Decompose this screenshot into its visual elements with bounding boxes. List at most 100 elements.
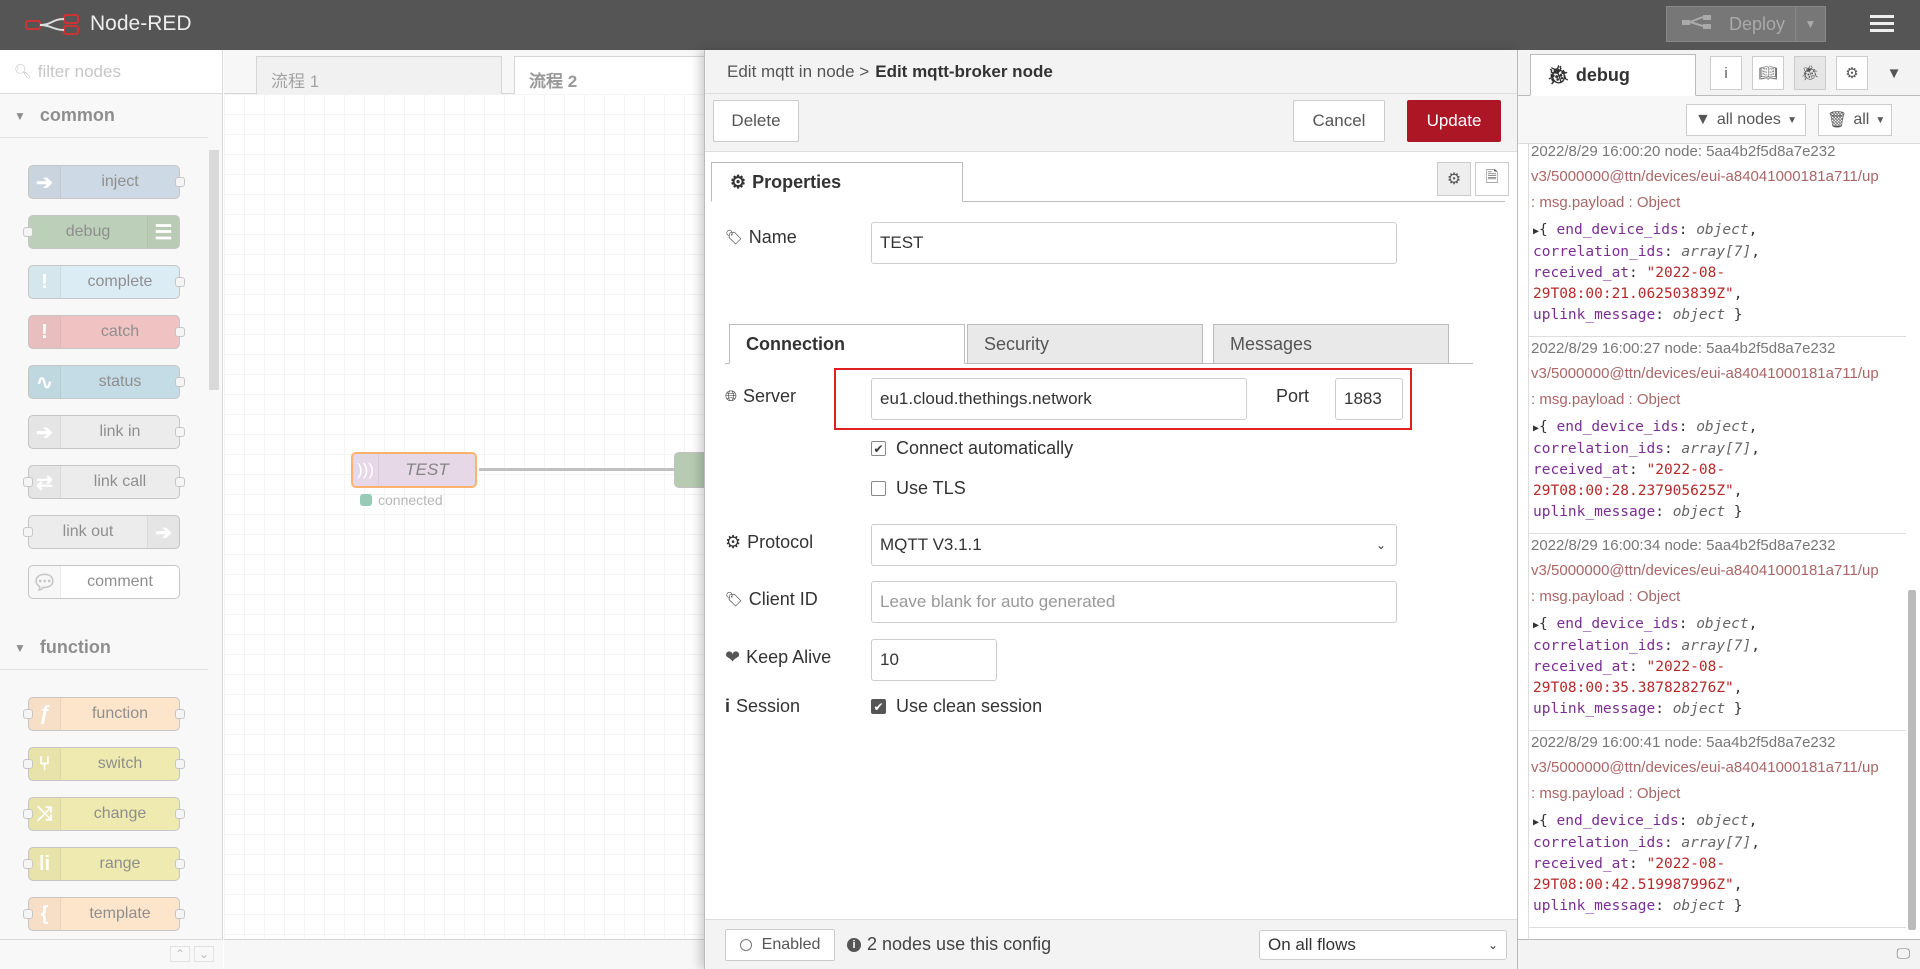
collapse-all-icon[interactable]: ⌃ <box>170 946 191 962</box>
palette-node-range[interactable]: ǀi range <box>23 847 185 881</box>
debug-message[interactable]: 2022/8/29 16:00:34 node: 5aa4b2f5d8a7e23… <box>1529 534 1906 731</box>
debug-message[interactable]: 2022/8/29 16:00:41 node: 5aa4b2f5d8a7e23… <box>1529 731 1906 928</box>
info-circle-icon: i <box>847 937 861 952</box>
palette-node-link-call[interactable]: ⇄ link call <box>23 465 185 499</box>
app-title: Node-RED <box>90 12 192 35</box>
palette-category-function[interactable]: ▼ function <box>0 626 208 670</box>
client-id-input[interactable]: Leave blank for auto generated <box>871 581 1397 623</box>
object-type: object <box>1696 222 1749 238</box>
palette-search-input[interactable]: 🔍︎ filter nodes <box>0 50 222 94</box>
palette-node-switch[interactable]: ⑂ switch <box>23 747 185 781</box>
debug-object-preview[interactable]: ▶{ end_device_ids: object, correlation_id… <box>1529 216 1906 332</box>
clean-session-checkbox[interactable]: ✔ Use clean session <box>871 696 1042 717</box>
expand-caret-icon[interactable]: ▶ <box>1533 620 1539 631</box>
keep-alive-input[interactable]: 10 <box>871 639 997 681</box>
flow-workspace: 流程 1 流程 2 ))) TEST connected <box>224 50 714 969</box>
object-type: array[7] <box>1681 835 1752 851</box>
search-icon: 🔍︎ <box>14 63 32 79</box>
node-label: debug <box>65 223 111 240</box>
output-port <box>175 759 185 769</box>
tab-debug[interactable]: 🐞︎ debug <box>1530 54 1696 96</box>
chevron-down-icon: ⌄ <box>1375 538 1386 552</box>
tray-breadcrumb: Edit mqtt in node > Edit mqtt-broker nod… <box>705 50 1517 94</box>
tab-flow-1[interactable]: 流程 1 <box>256 56 502 94</box>
flow-canvas[interactable] <box>224 94 704 939</box>
debug-message[interactable]: 2022/8/29 16:00:20 node: 5aa4b2f5d8a7e23… <box>1529 144 1906 337</box>
tab-security[interactable]: Security <box>967 324 1203 364</box>
gear-icon[interactable]: ⚙ <box>1836 56 1868 90</box>
use-tls-checkbox[interactable]: Use TLS <box>871 478 966 499</box>
expand-caret-icon[interactable]: ▶ <box>1533 817 1539 828</box>
tab-properties[interactable]: ⚙ Properties <box>711 162 963 202</box>
node-description-icon[interactable]: 🗎︎ <box>1475 162 1509 196</box>
palette-node-change[interactable]: ⤨ change <box>23 797 185 831</box>
tab-messages[interactable]: Messages <box>1213 324 1449 364</box>
label-text: Name <box>748 227 797 247</box>
flow-wire[interactable] <box>479 468 699 471</box>
palette-node-template[interactable]: { template <box>23 897 185 931</box>
expand-caret-icon[interactable]: ▶ <box>1533 423 1539 434</box>
debug-filter-select[interactable]: ▼ all nodes ▼ <box>1686 104 1806 136</box>
palette-node-catch[interactable]: ! catch <box>28 315 185 349</box>
palette-search-placeholder: filter nodes <box>37 61 121 81</box>
flow-node-mqtt-in[interactable]: ))) TEST <box>351 452 477 488</box>
output-port <box>175 427 185 437</box>
status-dot-icon <box>360 494 372 506</box>
expand-caret-icon[interactable]: ▶ <box>1533 226 1539 237</box>
cancel-button[interactable]: Cancel <box>1293 100 1385 142</box>
palette-scrollbar[interactable] <box>209 150 219 390</box>
output-port <box>175 477 185 487</box>
info-icon[interactable]: i <box>1710 56 1742 90</box>
debug-message-list[interactable]: 2022/8/29 16:00:20 node: 5aa4b2f5d8a7e23… <box>1528 144 1906 939</box>
palette-node-link-in[interactable]: ➔ link in <box>28 415 185 449</box>
deploy-menu-chevron-icon[interactable]: ▼ <box>1795 7 1825 41</box>
tab-connection[interactable]: Connection <box>729 324 965 364</box>
delete-button[interactable]: Delete <box>713 100 799 142</box>
palette-node-complete[interactable]: ! complete <box>28 265 185 299</box>
scope-select[interactable]: On all flows ⌄ <box>1259 930 1507 960</box>
debug-toolbar: ▼ all nodes ▼ 🗑︎ all ▼ <box>1518 96 1920 144</box>
deploy-button[interactable]: Deploy ▼ <box>1666 6 1826 42</box>
input-port <box>23 477 33 487</box>
monitor-icon[interactable]: 🖵︎ <box>1897 945 1911 962</box>
debug-object-preview[interactable]: ▶{ end_device_ids: object, correlation_id… <box>1529 807 1906 923</box>
object-key: end_device_ids <box>1556 813 1679 829</box>
debug-message[interactable]: 2022/8/29 16:00:27 node: 5aa4b2f5d8a7e23… <box>1529 337 1906 534</box>
connect-automatically-checkbox[interactable]: ✔ Connect automatically <box>871 438 1073 459</box>
palette-category-common[interactable]: ▼ common <box>0 94 208 138</box>
node-label: link call <box>93 473 147 490</box>
book-icon[interactable]: 📖︎ <box>1752 56 1784 90</box>
palette-node-debug[interactable]: debug ☰ <box>23 215 180 249</box>
palette-node-comment[interactable]: 💬︎ comment <box>28 565 180 599</box>
palette-node-status[interactable]: ∿ status <box>28 365 185 399</box>
object-type: object <box>1696 813 1749 829</box>
chevron-down-icon[interactable]: ▼ <box>1878 56 1910 90</box>
main-menu-icon[interactable] <box>1864 12 1900 38</box>
node-settings-gear-icon[interactable]: ⚙ <box>1437 162 1471 196</box>
debug-object-preview[interactable]: ▶{ end_device_ids: object, correlation_id… <box>1529 413 1906 529</box>
breadcrumb-parent[interactable]: Edit mqtt in node > <box>727 62 869 82</box>
server-input[interactable]: eu1.cloud.thethings.network <box>871 378 1247 420</box>
port-input[interactable]: 1883 <box>1335 378 1403 420</box>
object-type: object <box>1672 898 1726 914</box>
bug-icon[interactable]: 🐞︎ <box>1794 56 1826 90</box>
palette-node-function[interactable]: ƒ function <box>23 697 185 731</box>
debug-clear-select[interactable]: 🗑︎ all ▼ <box>1818 104 1892 136</box>
checkbox-label: Use clean session <box>896 696 1043 716</box>
checkbox-checked-icon: ✔ <box>871 699 886 714</box>
name-input[interactable]: TEST <box>871 222 1397 264</box>
update-button[interactable]: Update <box>1407 100 1501 142</box>
template-brace-icon: { <box>29 898 61 930</box>
protocol-select[interactable]: MQTT V3.1.1 ⌄ <box>871 524 1397 566</box>
enabled-toggle[interactable]: Enabled <box>725 929 835 961</box>
debug-object-preview[interactable]: ▶{ end_device_ids: object, correlation_id… <box>1529 610 1906 726</box>
tag-icon: 🏷︎ <box>725 229 743 245</box>
palette-node-inject[interactable]: ➔ inject <box>28 165 185 199</box>
tab-flow-2[interactable]: 流程 2 <box>514 56 714 94</box>
expand-all-icon[interactable]: ⌄ <box>194 946 215 962</box>
debug-scrollbar[interactable] <box>1908 590 1916 930</box>
object-key: received_at <box>1533 856 1630 872</box>
node-label: status <box>98 373 142 390</box>
deploy-icon <box>1681 14 1715 35</box>
palette-node-link-out[interactable]: link out ➔ <box>23 515 180 549</box>
